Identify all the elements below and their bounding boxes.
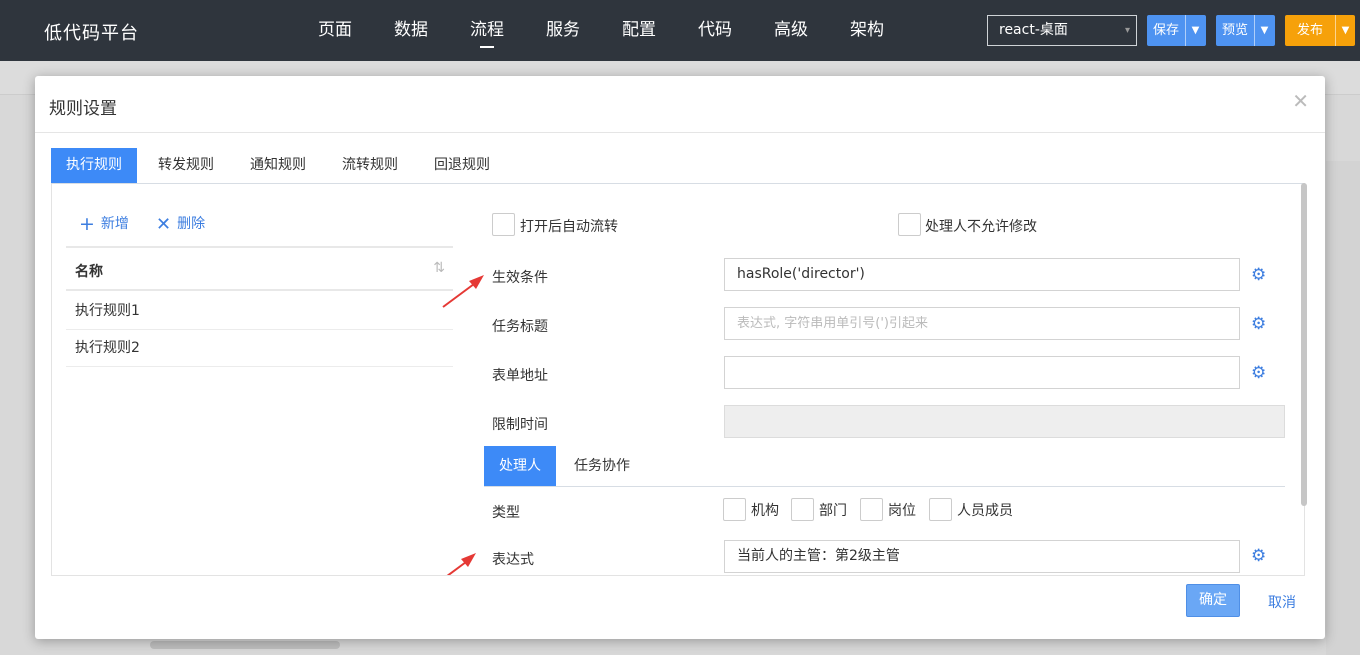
nav-item-flow[interactable]: 流程: [449, 0, 525, 61]
type-org-checkbox[interactable]: [723, 498, 746, 521]
close-icon: ✕: [156, 214, 172, 235]
form-url-input[interactable]: [724, 356, 1240, 389]
nav-item-code[interactable]: 代码: [677, 0, 753, 61]
main-nav: 页面 数据 流程 服务 配置 代码 高级 架构: [297, 0, 905, 61]
top-bar: 低代码平台 页面 数据 流程 服务 配置 代码 高级 架构 react-桌面 ▾…: [0, 0, 1360, 61]
auto-flow-checkbox[interactable]: [492, 213, 515, 236]
subtabs-divider: [484, 486, 1285, 487]
project-select[interactable]: react-桌面 ▾: [987, 15, 1137, 46]
nav-item-advanced[interactable]: 高级: [753, 0, 829, 61]
publish-dropdown-icon[interactable]: ▼: [1335, 15, 1355, 46]
close-icon[interactable]: ✕: [1292, 89, 1309, 113]
rule-content: + 新增 ✕ 删除 名称 ⇅ 执行规则1 执行规则2 打开后自动流转 处理人不允许修…: [51, 184, 1305, 576]
condition-input[interactable]: hasRole('director'): [724, 258, 1240, 291]
type-post-label: 岗位: [888, 503, 916, 519]
save-button[interactable]: 保存: [1147, 15, 1185, 46]
annotation-arrow: [442, 275, 484, 308]
nav-item-services[interactable]: 服务: [525, 0, 601, 61]
preview-button[interactable]: 预览: [1216, 15, 1254, 46]
time-limit-label: 限制时间: [492, 417, 548, 433]
dialog-header-divider: [35, 132, 1325, 133]
delete-button-label: 删除: [177, 216, 206, 232]
list-column-name: 名称: [75, 264, 103, 280]
nav-item-data[interactable]: 数据: [373, 0, 449, 61]
type-person-checkbox[interactable]: [929, 498, 952, 521]
type-dept-label: 部门: [819, 503, 847, 519]
task-title-label: 任务标题: [492, 319, 548, 335]
add-button[interactable]: + 新增: [79, 213, 129, 235]
background-scrollbar: [150, 641, 340, 649]
plus-icon: +: [79, 213, 95, 235]
tab-notify-rule[interactable]: 通知规则: [235, 148, 321, 183]
save-split-button[interactable]: 保存 ▼: [1147, 15, 1206, 46]
tab-flow-rule[interactable]: 流转规则: [327, 148, 413, 183]
list-header: 名称 ⇅: [66, 248, 453, 291]
type-label: 类型: [492, 505, 520, 521]
list-item[interactable]: 执行规则1: [66, 293, 453, 330]
background-panel: [1326, 161, 1360, 655]
delete-button[interactable]: ✕ 删除: [156, 213, 205, 235]
tab-forward-rule[interactable]: 转发规则: [143, 148, 229, 183]
gear-icon[interactable]: ⚙: [1251, 266, 1269, 284]
type-post-checkbox[interactable]: [860, 498, 883, 521]
form-url-label: 表单地址: [492, 368, 548, 384]
publish-button[interactable]: 发布: [1285, 15, 1335, 46]
list-item[interactable]: 执行规则2: [66, 330, 453, 367]
add-button-label: 新增: [100, 216, 129, 232]
rule-tabs: 执行规则 转发规则 通知规则 流转规则 回退规则: [51, 148, 511, 183]
time-limit-input: [724, 405, 1285, 438]
handler-no-modify-label: 处理人不允许修改: [925, 219, 1037, 235]
tab-handler[interactable]: 处理人: [484, 446, 556, 486]
publish-split-button[interactable]: 发布 ▼: [1285, 15, 1355, 46]
nav-item-architecture[interactable]: 架构: [829, 0, 905, 61]
tab-task-collab[interactable]: 任务协作: [574, 446, 630, 486]
condition-label: 生效条件: [492, 270, 548, 286]
auto-flow-label: 打开后自动流转: [520, 219, 618, 235]
nav-item-config[interactable]: 配置: [601, 0, 677, 61]
annotation-arrow: [446, 553, 476, 575]
gear-icon[interactable]: ⚙: [1251, 547, 1269, 565]
ok-button[interactable]: 确定: [1186, 584, 1240, 617]
gear-icon[interactable]: ⚙: [1251, 364, 1269, 382]
type-person-label: 人员成员: [957, 503, 1013, 519]
brand-title: 低代码平台: [44, 23, 139, 44]
cancel-button[interactable]: 取消: [1268, 592, 1296, 612]
preview-split-button[interactable]: 预览 ▼: [1216, 15, 1275, 46]
chevron-down-icon: ▾: [1124, 25, 1130, 36]
expression-input[interactable]: 当前人的主管：第2级主管: [724, 540, 1240, 573]
rule-settings-dialog: 规则设置 ✕ 执行规则 转发规则 通知规则 流转规则 回退规则 + 新增 ✕ 删除 …: [35, 76, 1325, 639]
type-dept-checkbox[interactable]: [791, 498, 814, 521]
expression-label: 表达式: [492, 552, 534, 568]
type-org-label: 机构: [751, 503, 779, 519]
gear-icon[interactable]: ⚙: [1251, 315, 1269, 333]
tab-execute-rule[interactable]: 执行规则: [51, 148, 137, 183]
dialog-title: 规则设置: [49, 99, 117, 119]
dialog-scrollbar[interactable]: [1301, 183, 1307, 506]
tab-rollback-rule[interactable]: 回退规则: [419, 148, 505, 183]
task-title-input[interactable]: 表达式, 字符串用单引号(')引起来: [724, 307, 1240, 340]
project-select-value: react-桌面: [999, 22, 1068, 38]
handler-no-modify-checkbox[interactable]: [898, 213, 921, 236]
save-dropdown-icon[interactable]: ▼: [1185, 15, 1205, 46]
preview-dropdown-icon[interactable]: ▼: [1254, 15, 1274, 46]
nav-item-pages[interactable]: 页面: [297, 0, 373, 61]
